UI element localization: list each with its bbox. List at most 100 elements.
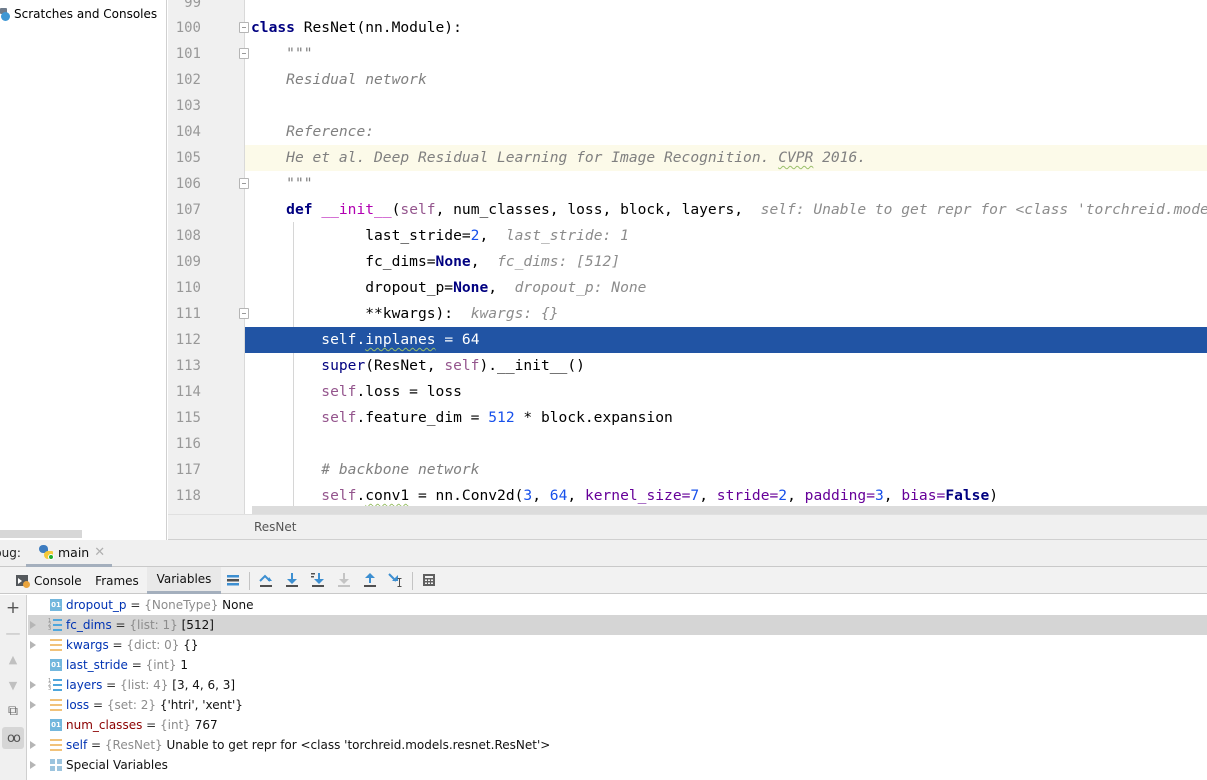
close-icon[interactable]: ✕ xyxy=(94,545,105,560)
add-watch-button[interactable]: + xyxy=(2,597,24,619)
line-number: 118 xyxy=(175,488,201,504)
console-icon xyxy=(16,575,30,588)
code-line-100: class ResNet(nn.Module): xyxy=(251,19,462,36)
variable-row[interactable]: 123 layers = {list: 4} [3, 4, 6, 3] xyxy=(28,675,1207,695)
toolbar-separator xyxy=(249,572,250,590)
line-number: 115 xyxy=(175,410,201,426)
tab-variables[interactable]: Variables xyxy=(147,567,221,594)
expand-arrow-icon[interactable] xyxy=(30,641,36,649)
project-pane: Scratches and Consoles xyxy=(0,0,167,540)
code-line-109: fc_dims=None, fc_dims: [512] xyxy=(365,253,621,270)
inline-debug-value: dropout_p: None xyxy=(514,279,647,296)
move-down-button[interactable]: ▼ xyxy=(2,674,24,696)
code-line-115: self.feature_dim = 512 * block.expansion xyxy=(321,409,673,426)
variable-row[interactable]: kwargs = {dict: 0} {} xyxy=(28,635,1207,655)
dict-icon xyxy=(50,639,62,651)
expand-arrow-icon[interactable] xyxy=(30,701,36,709)
scratches-and-consoles-node[interactable]: Scratches and Consoles xyxy=(0,5,157,23)
python-icon xyxy=(38,544,54,560)
inline-debug-value: fc_dims: [512] xyxy=(497,253,621,270)
tab-frames-label: Frames xyxy=(95,573,139,588)
debug-toolbar: Console Frames Variables xyxy=(0,567,1207,594)
line-number: 102 xyxy=(175,72,201,88)
code-line-101: """ xyxy=(286,45,313,62)
line-number: 99 xyxy=(184,0,201,11)
code-line-113: super(ResNet, self).__init__() xyxy=(321,357,585,374)
line-number: 104 xyxy=(175,124,201,140)
breadcrumb-bar: ResNet xyxy=(168,514,1207,540)
line-number: 113 xyxy=(175,358,201,374)
evaluate-expression-icon[interactable] xyxy=(421,572,437,588)
code-line-102: Residual network xyxy=(286,71,427,88)
variable-row[interactable]: 123 fc_dims = {list: 1} [512] xyxy=(28,615,1207,635)
code-line-105: He et al. Deep Residual Learning for Ima… xyxy=(245,145,1207,171)
tab-frames[interactable]: Frames xyxy=(88,567,146,594)
debug-label: bug: xyxy=(0,546,21,560)
execution-point-line-112: self.inplanes = 64 xyxy=(245,327,1207,353)
line-number: 117 xyxy=(175,462,201,478)
inline-debug-value: self: Unable to get repr for <class 'tor… xyxy=(760,201,1207,218)
variable-row[interactable]: 01 num_classes = {int} 767 xyxy=(28,715,1207,735)
step-over-icon[interactable] xyxy=(258,572,274,588)
expand-arrow-icon[interactable] xyxy=(30,741,36,749)
scratches-icon xyxy=(0,7,12,21)
variable-row[interactable]: 01 last_stride = {int} 1 xyxy=(28,655,1207,675)
code-line-104: Reference: xyxy=(286,123,375,140)
tab-variables-label: Variables xyxy=(156,572,212,586)
tab-console-label: Console xyxy=(34,573,82,588)
breadcrumb-class[interactable]: ResNet xyxy=(254,520,297,534)
project-horizontal-scrollbar[interactable] xyxy=(0,530,82,538)
line-number: 105 xyxy=(175,150,201,166)
move-up-button[interactable]: ▲ xyxy=(2,648,24,670)
set-icon xyxy=(50,699,62,711)
variable-row[interactable]: 01 dropout_p = {NoneType} None xyxy=(28,595,1207,615)
expand-arrow-icon[interactable] xyxy=(30,761,36,769)
editor-horizontal-scrollbar[interactable] xyxy=(252,506,1207,514)
list-icon xyxy=(53,679,62,691)
inline-debug-value: last_stride: 1 xyxy=(505,227,629,244)
step-into-icon[interactable] xyxy=(284,572,300,588)
run-to-cursor-icon[interactable] xyxy=(388,572,404,588)
line-number: 111 xyxy=(175,306,201,322)
variables-tree: 01 dropout_p = {NoneType} None 123 fc_di… xyxy=(28,595,1207,780)
force-step-into-icon[interactable] xyxy=(336,572,352,588)
primitive-icon: 01 xyxy=(50,719,62,731)
code-line-106: """ xyxy=(286,175,313,192)
line-number: 103 xyxy=(175,98,201,114)
primitive-icon: 01 xyxy=(50,659,62,671)
list-icon xyxy=(53,619,62,631)
line-number: 112 xyxy=(175,332,201,348)
expand-arrow-icon[interactable] xyxy=(30,681,36,689)
object-icon xyxy=(50,739,62,751)
show-watches-glasses-icon[interactable]: oo xyxy=(2,727,24,749)
code-line-117: # backbone network xyxy=(321,461,480,478)
line-number: 110 xyxy=(175,280,201,296)
line-number: 106 xyxy=(175,176,201,192)
copy-watch-button[interactable]: ⧉ xyxy=(2,700,24,722)
line-number: 108 xyxy=(175,228,201,244)
variable-row[interactable]: loss = {set: 2} {'htri', 'xent'} xyxy=(28,695,1207,715)
remove-watch-button[interactable]: — xyxy=(2,622,24,644)
toolbar-separator xyxy=(412,572,413,590)
code-editor[interactable]: 99 100 101 102 103 104 105 106 107 108 1… xyxy=(168,0,1207,514)
debug-session-tab[interactable]: main ✕ xyxy=(26,540,112,567)
expand-arrow-icon[interactable] xyxy=(30,621,36,629)
tab-console[interactable]: Console xyxy=(16,567,84,594)
line-number: 116 xyxy=(175,436,201,452)
session-name: main xyxy=(58,544,90,560)
code-line-110: dropout_p=None, dropout_p: None xyxy=(365,279,647,296)
step-out-icon[interactable] xyxy=(362,572,378,588)
code-line-108: last_stride=2, last_stride: 1 xyxy=(365,227,629,244)
variable-row[interactable]: self = {ResNet} Unable to get repr for <… xyxy=(28,735,1207,755)
special-variables-icon xyxy=(50,759,62,771)
scratches-label: Scratches and Consoles xyxy=(14,7,158,21)
code-line-107: def __init__(self, num_classes, loss, bl… xyxy=(245,197,1207,223)
step-into-my-code-icon[interactable] xyxy=(310,572,326,588)
line-number: 114 xyxy=(175,384,201,400)
primitive-icon: 01 xyxy=(50,599,62,611)
restore-layout-icon[interactable] xyxy=(225,572,241,588)
code-line-111: **kwargs): kwargs: {} xyxy=(365,305,559,322)
variables-action-strip: + — ▲ ▼ ⧉ oo xyxy=(0,595,27,780)
line-number: 100 xyxy=(175,20,201,36)
variable-row-special[interactable]: Special Variables xyxy=(28,755,1207,775)
